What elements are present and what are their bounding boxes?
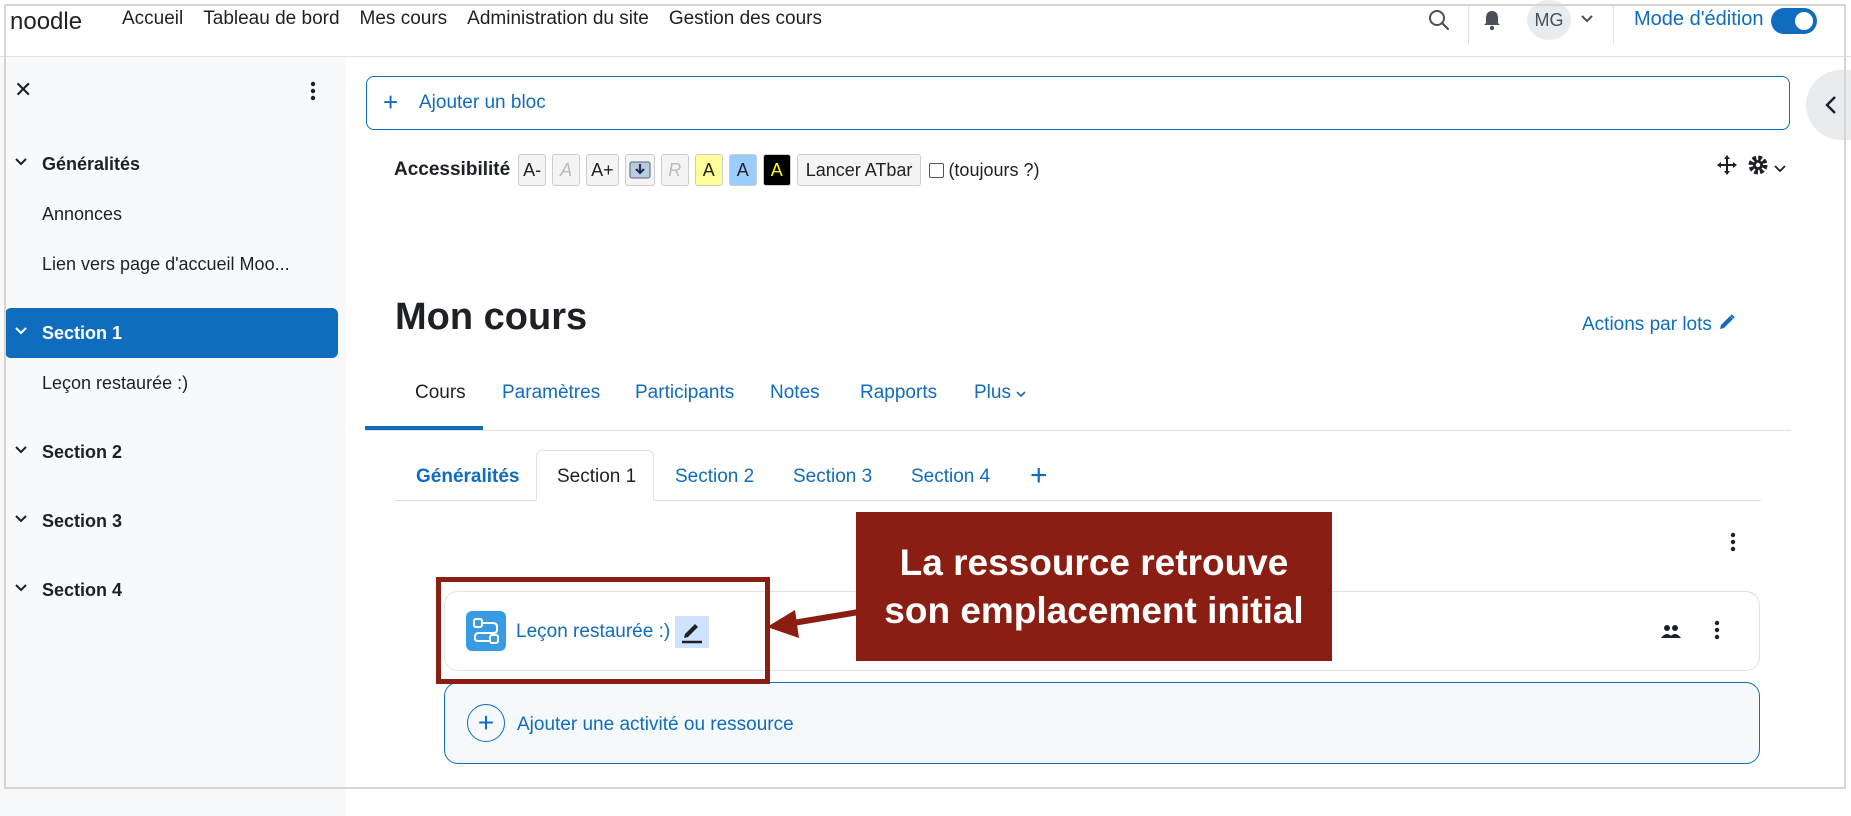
drawer-section-label: Section 1: [42, 322, 123, 343]
chevron-down-icon[interactable]: [1774, 160, 1786, 178]
section-tab-generalites[interactable]: Généralités: [416, 466, 520, 488]
drawer-section-4[interactable]: Section 4: [0, 579, 346, 601]
move-icon[interactable]: [1716, 154, 1738, 181]
group-mode-icon[interactable]: [1660, 622, 1682, 647]
annotation-highlight-box: [436, 577, 770, 684]
page-title: Mon cours: [395, 296, 588, 338]
kebab-menu-icon[interactable]: [1730, 532, 1736, 557]
annotation-callout: La ressource retrouve son emplacement in…: [856, 512, 1332, 661]
tab-plus[interactable]: Plus: [974, 382, 1026, 404]
accessibility-bar: Accessibilité A- A A+ R A A A Lancer ATb…: [394, 152, 1039, 188]
add-activity-label: Ajouter une activité ou ressource: [517, 714, 794, 735]
toggle-knob: [1795, 12, 1813, 30]
drawer-section-label: Généralités: [42, 153, 141, 174]
chevron-down-icon: [14, 441, 28, 462]
launch-atbar-button[interactable]: Lancer ATbar: [796, 154, 922, 186]
search-icon[interactable]: [1425, 6, 1453, 34]
download-icon[interactable]: [624, 154, 655, 186]
dark-theme-button[interactable]: A: [762, 154, 791, 186]
accessibility-title: Accessibilité: [394, 159, 511, 180]
section-tab-2[interactable]: Section 2: [675, 466, 754, 488]
add-section-icon[interactable]: +: [1030, 459, 1048, 493]
bulk-actions-label: Actions par lots: [1582, 314, 1712, 335]
drawer-section-label: Section 3: [42, 510, 123, 531]
font-decrease-button[interactable]: A-: [518, 154, 547, 186]
annotation-arrow: [767, 609, 860, 638]
course-tabs: Cours Paramètres Participants Notes Rapp…: [365, 370, 1791, 431]
navbar-divider: [1613, 4, 1614, 44]
add-activity-button[interactable]: + Ajouter une activité ou ressource: [444, 682, 1760, 764]
callout-line-2: son emplacement initial: [884, 589, 1304, 631]
drawer-section-label: Section 2: [42, 441, 123, 462]
drawer-item-label: Leçon restaurée :): [42, 372, 189, 393]
drawer-item-label: Lien vers page d'accueil Moo...: [42, 253, 290, 274]
tab-plus-label: Plus: [974, 382, 1011, 403]
always-checkbox[interactable]: [929, 162, 945, 178]
nav-site-admin[interactable]: Administration du site: [467, 8, 649, 30]
font-reset-button[interactable]: A: [552, 154, 581, 186]
always-label: (toujours ?): [948, 159, 1040, 180]
gear-icon[interactable]: [1747, 154, 1769, 181]
drawer-section-label: Section 4: [42, 579, 123, 600]
active-tab-indicator: [365, 426, 483, 430]
nav-course-management[interactable]: Gestion des cours: [669, 8, 822, 30]
callout-line-1: La ressource retrouve: [899, 541, 1289, 583]
tab-participants[interactable]: Participants: [635, 382, 734, 404]
tab-cours[interactable]: Cours: [415, 382, 466, 404]
drawer-section-1[interactable]: Section 1: [0, 322, 346, 344]
edit-mode-label: Mode d'édition: [1634, 8, 1764, 30]
drawer-item-label: Annonces: [42, 203, 123, 224]
drawer-item-annonces[interactable]: Annonces: [0, 203, 346, 225]
close-icon[interactable]: ✕: [14, 77, 32, 103]
plus-circle-icon: +: [467, 704, 505, 742]
nav-dashboard[interactable]: Tableau de bord: [203, 8, 339, 30]
plus-icon: +: [383, 87, 399, 117]
chevron-down-icon: [1016, 391, 1026, 398]
kebab-menu-icon[interactable]: [1714, 620, 1720, 645]
kebab-menu-icon[interactable]: [310, 81, 316, 106]
edit-mode-toggle[interactable]: [1771, 8, 1817, 34]
tab-notes[interactable]: Notes: [770, 382, 820, 404]
avatar[interactable]: MG: [1527, 0, 1571, 40]
chevron-down-icon: [14, 579, 28, 600]
nav-home[interactable]: Accueil: [122, 8, 183, 30]
bell-icon[interactable]: [1478, 6, 1506, 34]
callout-text: La ressource retrouve son emplacement in…: [884, 539, 1303, 635]
font-increase-button[interactable]: A+: [586, 154, 619, 186]
chevron-down-icon: [14, 153, 28, 174]
section-tab-1[interactable]: Section 1: [536, 450, 654, 501]
chevron-left-icon: [1825, 96, 1836, 114]
chevron-down-icon: [14, 322, 28, 343]
chevron-down-icon[interactable]: [1578, 10, 1596, 28]
primary-navigation: Accueil Tableau de bord Mes cours Admini…: [122, 8, 822, 30]
blue-theme-button[interactable]: A: [728, 154, 757, 186]
add-block-label: Ajouter un bloc: [419, 92, 546, 113]
chevron-down-icon: [14, 510, 28, 531]
drawer-item-lien[interactable]: Lien vers page d'accueil Moo...: [0, 253, 346, 275]
tab-rapports[interactable]: Rapports: [860, 382, 937, 404]
drawer-item-lecon[interactable]: Leçon restaurée :): [0, 372, 346, 394]
block-drawer-toggle[interactable]: [1806, 70, 1851, 140]
yellow-theme-button[interactable]: A: [694, 154, 723, 186]
nav-my-courses[interactable]: Mes cours: [360, 8, 448, 30]
bulk-actions-link[interactable]: Actions par lots: [1582, 313, 1736, 337]
add-block-button[interactable]: + Ajouter un bloc: [366, 76, 1790, 130]
site-brand[interactable]: noodle: [10, 8, 82, 36]
section-tab-4[interactable]: Section 4: [911, 466, 990, 488]
top-navbar: noodle Accueil Tableau de bord Mes cours…: [0, 0, 1851, 57]
drawer-section-3[interactable]: Section 3: [0, 510, 346, 532]
section-tab-3[interactable]: Section 3: [793, 466, 872, 488]
drawer-section-2[interactable]: Section 2: [0, 441, 346, 463]
drawer-section-generalites[interactable]: Généralités: [0, 153, 346, 175]
pencil-icon: [1718, 313, 1736, 337]
navbar-divider: [1468, 4, 1469, 44]
section-tab-1-label: Section 1: [557, 466, 637, 487]
reader-button[interactable]: R: [660, 154, 689, 186]
tab-parametres[interactable]: Paramètres: [502, 382, 600, 404]
